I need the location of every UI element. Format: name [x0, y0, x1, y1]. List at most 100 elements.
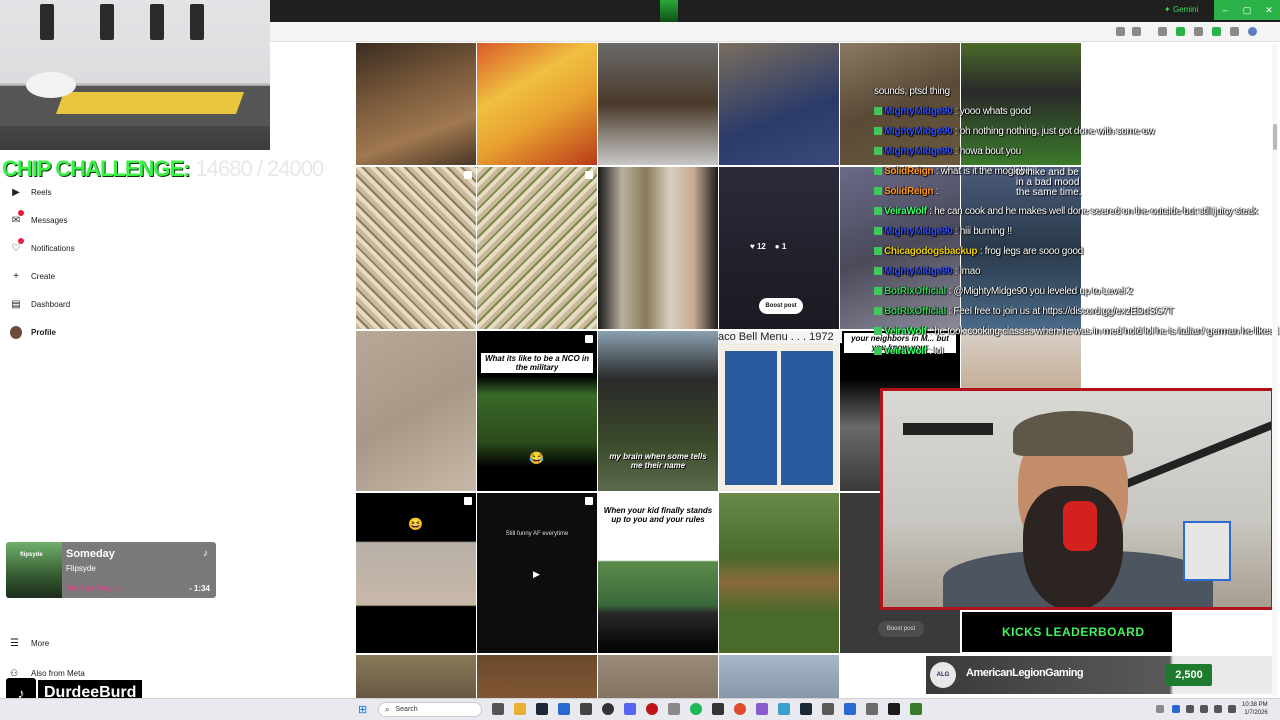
sidebar-item-more[interactable]: ☰ More [10, 638, 49, 649]
chat-username[interactable]: Chicagodogsbackup [884, 246, 978, 257]
chat-username[interactable]: MightyMidge90 [884, 126, 953, 137]
cast-icon[interactable] [1116, 27, 1125, 36]
app-icon[interactable] [558, 703, 570, 715]
post-tile-rice[interactable] [356, 167, 476, 329]
close-button[interactable]: ✕ [1258, 0, 1280, 20]
post-tile-rice-2[interactable] [477, 167, 597, 329]
post-tile-quesadilla[interactable] [477, 43, 597, 165]
app-icon[interactable] [668, 703, 680, 715]
app-icon[interactable] [778, 703, 790, 715]
sidebar-item-reels[interactable]: ▶ Reels [10, 184, 51, 200]
post-tile-brain-name[interactable]: my brain when some tells me their name [598, 331, 718, 491]
app-icon[interactable] [756, 703, 768, 715]
app-icon[interactable] [888, 703, 900, 715]
chat-text: : he can cook and he makes well done sea… [926, 206, 1258, 217]
chat-overflow-text: to hike and be in a bad mood the same ti… [1016, 167, 1082, 198]
chat-username[interactable]: MightyMidge90 [884, 106, 953, 117]
album-name: We The People [66, 584, 121, 593]
app-icon[interactable] [712, 703, 724, 715]
star-icon[interactable] [1132, 27, 1141, 36]
chrome-icon[interactable] [734, 703, 746, 715]
extension-icon[interactable] [1158, 27, 1167, 36]
app-icon[interactable] [866, 703, 878, 715]
tray-chevron-icon[interactable] [1156, 705, 1164, 713]
chat-username[interactable]: VeiraWolf [884, 346, 927, 357]
streamer-webcam [880, 388, 1274, 610]
scrollbar-thumb[interactable] [1273, 124, 1277, 150]
chat-text: : @MightyMidge90 you leveled up to Level… [945, 286, 1133, 297]
app-icon[interactable] [822, 703, 834, 715]
tray-app-icon[interactable] [1186, 705, 1194, 713]
chat-message: Chicagodogsbackup : frog legs are sooo g… [874, 246, 1083, 257]
boost-post-button[interactable]: Boost post [759, 298, 803, 314]
post-tile-still-funny[interactable]: Still funny AF everytime ▶ [477, 493, 597, 653]
post-tile-puppies-bed[interactable] [719, 43, 839, 165]
obs-icon[interactable] [602, 703, 614, 715]
post-tile-lizard[interactable] [356, 331, 476, 491]
sidebar-item-dashboard[interactable]: ▤ Dashboard [10, 296, 70, 312]
post-tile-dog-grass[interactable] [719, 493, 839, 653]
discord-icon[interactable] [624, 703, 636, 715]
chat-username[interactable]: MightyMidge90 [884, 226, 953, 237]
windows-start-icon[interactable]: ⊞ [358, 703, 370, 716]
chat-username[interactable]: BotRixOfficial [884, 286, 946, 297]
menu-icon[interactable] [1230, 27, 1239, 36]
gemini-button[interactable]: ✦ Gemini [1164, 5, 1198, 14]
sidebar-item-profile[interactable]: Profile [10, 324, 56, 340]
wall-rack [40, 4, 54, 40]
dashboard-icon: ▤ [11, 298, 21, 310]
wifi-icon[interactable] [1200, 705, 1208, 713]
chat-username[interactable]: MightyMidge90 [884, 146, 953, 157]
chat-username[interactable]: SolidReign [884, 166, 934, 177]
post-tile-taco-bell-menu[interactable] [719, 331, 839, 491]
tab-search-icon[interactable] [1194, 27, 1203, 36]
sidebar-item-messages[interactable]: ✉ Messages [10, 210, 67, 228]
app-icon[interactable] [580, 703, 592, 715]
unread-badge [18, 210, 24, 216]
leaderboard-name: AmericanLegionGaming [966, 667, 1084, 679]
post-tile-nco-military[interactable]: What its like to be a NCO in the militar… [477, 331, 597, 491]
subscriber-badge-icon [874, 107, 882, 115]
spotify-icon[interactable] [690, 703, 702, 715]
leaderboard-score: 2,500 [1166, 664, 1212, 686]
chat-username[interactable]: MightyMidge90 [884, 266, 953, 277]
steam-icon-2[interactable] [800, 703, 812, 715]
maximize-button[interactable]: ▢ [1236, 0, 1258, 20]
post-tile-puppy-bowl[interactable] [598, 43, 718, 165]
app-icon[interactable] [910, 703, 922, 715]
battery-icon[interactable] [1228, 705, 1236, 713]
post-tile-row5-1[interactable] [356, 655, 476, 698]
post-tile-soldier-mirror[interactable] [598, 167, 718, 329]
steam-icon[interactable] [536, 703, 548, 715]
sidebar-icon[interactable] [1212, 27, 1221, 36]
post-tile-puppies[interactable] [356, 43, 476, 165]
clock[interactable]: 10:38 PM 1/7/2026 [1242, 701, 1268, 717]
reels-icon: ▶ [12, 186, 20, 198]
reel-icon [585, 335, 593, 343]
volume-icon[interactable] [1214, 705, 1222, 713]
post-tile-kid-rules[interactable]: When your kid finally stands up to you a… [598, 493, 718, 653]
taskbar-search[interactable]: ⌕ Search [378, 702, 482, 717]
chat-username[interactable]: VeiraWolf [884, 326, 927, 337]
app-icon[interactable] [844, 703, 856, 715]
profile-icon[interactable] [1248, 27, 1257, 36]
post-tile-row5-4[interactable] [719, 655, 839, 698]
boost-post-button-2[interactable]: Boost post [878, 621, 924, 637]
sidebar-item-notifications[interactable]: ♡ Notifications [10, 238, 75, 256]
chat-username[interactable]: BotRixOfficial [884, 306, 946, 317]
laughing-emoji-icon: 😆 [408, 517, 423, 531]
tray-app-icon[interactable] [1172, 705, 1180, 713]
chat-username[interactable]: SolidReign [884, 186, 934, 197]
app-icon[interactable] [646, 703, 658, 715]
sidebar-item-create[interactable]: + Create [10, 268, 55, 284]
minimize-button[interactable]: – [1214, 0, 1236, 20]
post-tile-row5-3[interactable] [598, 655, 718, 698]
page-scrollbar[interactable] [1272, 44, 1278, 696]
post-tile-office-meme[interactable]: 😆 [356, 493, 476, 653]
file-explorer-icon[interactable] [514, 703, 526, 715]
chat-username[interactable]: VeiraWolf [884, 206, 927, 217]
task-view-icon[interactable] [492, 703, 504, 715]
chat-message: MightyMidge90 : lmao [874, 266, 981, 277]
extension-green-icon[interactable] [1176, 27, 1185, 36]
post-tile-row5-2[interactable] [477, 655, 597, 698]
